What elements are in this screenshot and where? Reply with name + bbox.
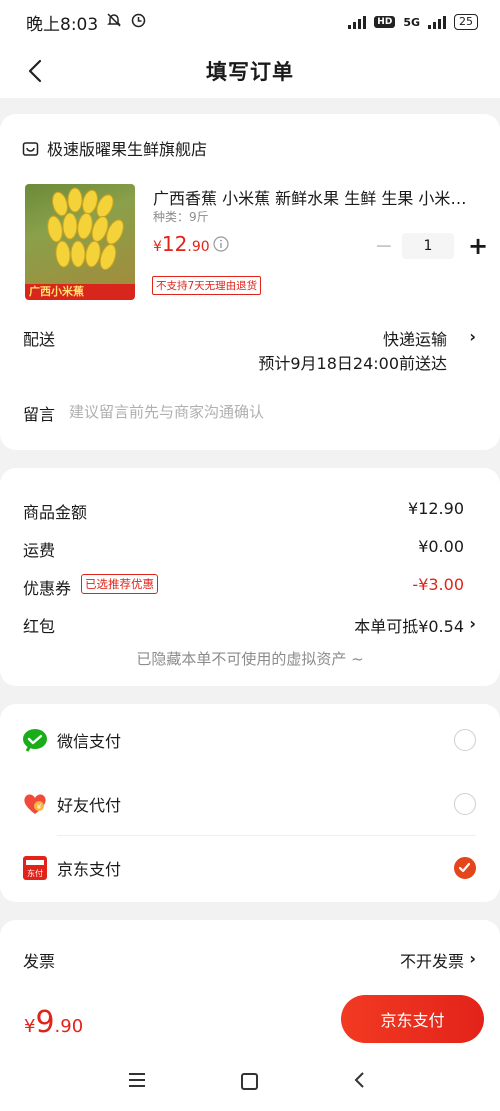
delivery-label: 配送 bbox=[23, 330, 56, 349]
invoice-value[interactable]: 不开发票 bbox=[400, 948, 464, 972]
signal-5g-icon bbox=[428, 15, 446, 29]
svg-text:¥: ¥ bbox=[37, 803, 42, 811]
jd-pay-icon: 东付 bbox=[22, 855, 48, 881]
chevron-right-icon[interactable]: › bbox=[469, 614, 476, 633]
quantity-stepper: − 1 + bbox=[372, 232, 490, 260]
product-price: ¥ 12 .90 bbox=[153, 232, 210, 256]
check-icon bbox=[458, 862, 471, 873]
product-title[interactable]: 广西香蕉 小米蕉 新鲜水果 生鲜 生果 小米香蕉 bbox=[153, 185, 473, 209]
red-packet-value[interactable]: 本单可抵¥0.54 bbox=[354, 613, 464, 637]
jd-icon-text: 东付 bbox=[27, 868, 43, 878]
nav-bar: 填写订单 bbox=[0, 44, 500, 98]
price-summary-card: 商品金额 ¥12.90 运费 ¥0.00 优惠券 已选推荐优惠 -¥3.00 红… bbox=[0, 468, 500, 686]
invoice-label: 发票 bbox=[23, 952, 56, 971]
product-spec: 种类：9斤 bbox=[153, 210, 209, 224]
total-price: ¥ 9 .90 bbox=[24, 1005, 83, 1040]
price-integer: 12 bbox=[161, 232, 188, 256]
payment-label: 微信支付 bbox=[57, 732, 122, 751]
price-decimal: .90 bbox=[187, 239, 210, 255]
radio-checked[interactable] bbox=[454, 857, 476, 879]
submit-payment-button[interactable]: 京东支付 bbox=[341, 995, 484, 1043]
payment-methods-card: 微信支付 ¥ 好友代付 东付 京东支付 bbox=[0, 704, 500, 902]
remark-label: 留言 bbox=[23, 405, 56, 424]
total-decimal: .90 bbox=[54, 1016, 84, 1037]
radio-unchecked[interactable] bbox=[454, 793, 476, 815]
order-item-card: 极速版曜果生鲜旗舰店 广西小米蕉 广西香蕉 小米蕉 新鲜水果 生鲜 生果 小米香 bbox=[0, 114, 500, 450]
delivery-method[interactable]: 快递运输 bbox=[383, 326, 447, 350]
return-policy-badge: 不支持7天无理由退货 bbox=[152, 276, 262, 295]
price-symbol: ¥ bbox=[153, 239, 162, 255]
shop-header[interactable]: 极速版曜果生鲜旗舰店 bbox=[22, 136, 207, 160]
signal-icon bbox=[348, 15, 367, 29]
chevron-right-icon[interactable]: › bbox=[469, 949, 476, 968]
hidden-assets-toggle[interactable]: 已隐藏本单不可使用的虚拟资产 ~ bbox=[0, 648, 500, 669]
network-type: 5G bbox=[403, 15, 420, 29]
radio-unchecked[interactable] bbox=[454, 729, 476, 751]
shop-name: 极速版曜果生鲜旗舰店 bbox=[47, 140, 208, 159]
increase-quantity-button[interactable]: + bbox=[466, 232, 490, 260]
red-packet-label: 红包 bbox=[23, 617, 56, 636]
payment-label: 京东支付 bbox=[57, 860, 122, 879]
status-time: 晚上8:03 bbox=[26, 14, 99, 35]
coupon-tag: 已选推荐优惠 bbox=[81, 574, 158, 594]
banana-icon bbox=[47, 187, 124, 271]
coupon-value[interactable]: -¥3.00 bbox=[412, 575, 464, 594]
wechat-pay-icon bbox=[22, 727, 48, 753]
payment-option-friend[interactable]: ¥ 好友代付 bbox=[0, 771, 500, 835]
system-nav-bar bbox=[0, 1053, 500, 1111]
bell-muted-icon bbox=[106, 12, 122, 33]
payment-option-wechat[interactable]: 微信支付 bbox=[0, 707, 500, 771]
back-button[interactable] bbox=[22, 56, 48, 86]
total-integer: 9 bbox=[35, 1005, 55, 1040]
coupon-label: 优惠券 bbox=[23, 579, 72, 598]
quantity-input[interactable]: 1 bbox=[402, 233, 454, 259]
hd-badge: HD bbox=[374, 16, 396, 28]
system-back-icon[interactable] bbox=[353, 1071, 365, 1094]
checkout-bar: ¥ 9 .90 京东支付 bbox=[0, 987, 500, 1053]
product-image-tag: 广西小米蕉 bbox=[25, 284, 135, 300]
decrease-quantity-button[interactable]: − bbox=[372, 234, 396, 259]
goods-amount-label: 商品金额 bbox=[23, 503, 88, 522]
shipping-fee-label: 运费 bbox=[23, 541, 56, 560]
info-icon[interactable] bbox=[213, 236, 229, 256]
chevron-right-icon[interactable]: › bbox=[469, 327, 476, 346]
payment-label: 好友代付 bbox=[57, 796, 122, 815]
goods-amount-value: ¥12.90 bbox=[408, 499, 464, 518]
chevron-left-icon bbox=[28, 59, 42, 83]
product-image[interactable]: 广西小米蕉 bbox=[25, 184, 135, 300]
store-icon bbox=[22, 141, 39, 156]
page-title: 填写订单 bbox=[206, 60, 294, 84]
battery-icon: 25 bbox=[454, 14, 478, 30]
remark-input[interactable]: 建议留言前先与商家沟通确认 bbox=[69, 401, 264, 422]
delivery-eta: 预计9月18日24:00前送达 bbox=[258, 354, 447, 373]
total-symbol: ¥ bbox=[24, 1016, 36, 1037]
home-icon[interactable] bbox=[241, 1073, 258, 1090]
shipping-fee-value: ¥0.00 bbox=[418, 537, 464, 556]
status-bar: 晚上8:03 HD 5G 25 bbox=[0, 0, 500, 44]
friend-pay-icon: ¥ bbox=[22, 791, 48, 817]
payment-option-jd[interactable]: 东付 京东支付 bbox=[0, 835, 500, 899]
menu-icon[interactable] bbox=[128, 1072, 146, 1092]
alarm-icon bbox=[130, 11, 147, 33]
